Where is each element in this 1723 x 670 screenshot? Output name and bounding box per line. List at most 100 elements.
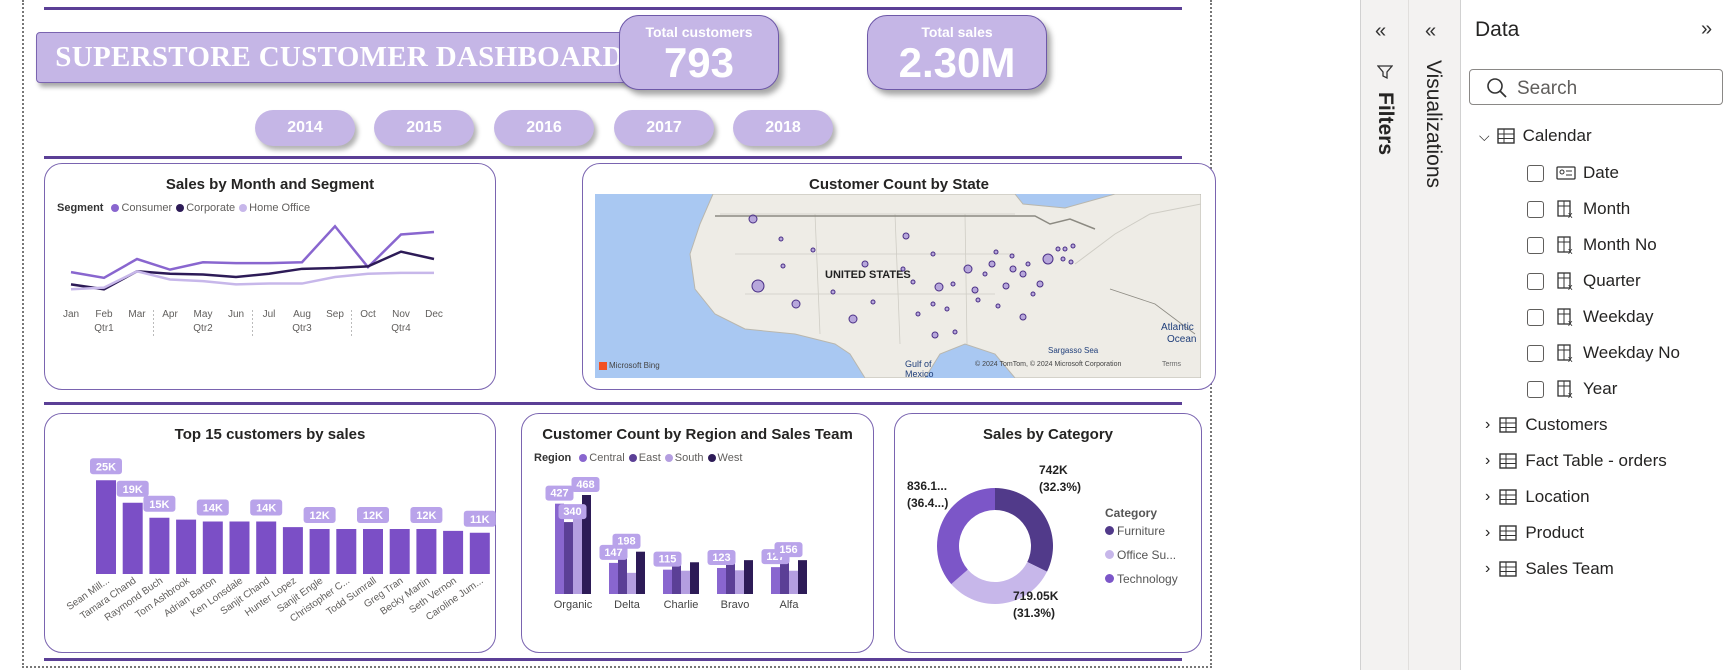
tree-field-month-no[interactable]: x Month No — [1527, 230, 1657, 260]
quarter-label: Qtr2 — [193, 323, 213, 334]
field-label: Quarter — [1583, 271, 1641, 290]
report-canvas: SUPERSTORE CUSTOMER DASHBOARD Total cust… — [22, 0, 1216, 668]
lower-divider — [44, 402, 1182, 405]
tree-table-sales-team[interactable]: › Sales Team — [1485, 554, 1614, 584]
year-slicer-2017[interactable]: 2017 — [614, 110, 714, 146]
chevron-right-icon[interactable]: › — [1485, 452, 1490, 470]
region-team-title: Customer Count by Region and Sales Team — [542, 426, 853, 443]
state-bubble — [930, 301, 936, 307]
bar-alfa-west — [798, 560, 807, 594]
visualizations-pane[interactable]: « Visualizations — [1409, 0, 1461, 670]
tree-field-month[interactable]: x Month — [1527, 194, 1630, 224]
collapse-filters-icon[interactable]: « — [1375, 20, 1386, 43]
calculated-column-icon: x — [1557, 272, 1573, 291]
filters-label[interactable]: Filters — [1373, 92, 1397, 155]
state-bubble — [963, 264, 973, 274]
bar-0 — [96, 480, 116, 574]
tree-table-location[interactable]: › Location — [1485, 482, 1590, 512]
calculated-column-icon: x — [1557, 200, 1573, 219]
expand-data-pane-icon[interactable]: » — [1701, 18, 1712, 41]
data-label: 15K — [149, 499, 169, 511]
state-bubble — [950, 281, 956, 287]
chevron-right-icon[interactable]: › — [1485, 524, 1490, 542]
data-search-input[interactable]: Search — [1469, 69, 1723, 105]
tree-table-product[interactable]: › Product — [1485, 518, 1584, 548]
field-checkbox[interactable] — [1527, 380, 1544, 398]
chevron-right-icon[interactable]: › — [1485, 488, 1490, 506]
chevron-right-icon[interactable]: › — [1485, 416, 1490, 434]
tree-table-fact-table-orders[interactable]: › Fact Table - orders — [1485, 446, 1667, 476]
field-checkbox[interactable] — [1527, 272, 1544, 290]
state-bubble — [1068, 259, 1074, 265]
data-label: 340 — [563, 506, 581, 518]
bar-charlie-south — [681, 570, 690, 594]
kpi-total-customers[interactable]: Total customers 793 — [619, 15, 779, 90]
tree-field-year[interactable]: x Year — [1527, 374, 1617, 404]
tree-table-calendar[interactable]: ⌵ Calendar — [1479, 121, 1592, 151]
x-tick-label: Aug — [293, 309, 311, 320]
category-legend-title: Category — [1105, 506, 1158, 520]
state-bubble — [1019, 270, 1027, 278]
chevron-down-icon[interactable]: ⌵ — [1479, 128, 1490, 145]
bar-bravo-west — [744, 560, 753, 594]
tree-field-weekday-no[interactable]: x Weekday No — [1527, 338, 1680, 368]
sales-month-segment-panel[interactable]: Sales by Month and Segment Segment Consum… — [44, 163, 496, 390]
collapse-visualizations-icon[interactable]: « — [1425, 20, 1436, 43]
chevron-right-icon[interactable]: › — [1485, 560, 1490, 578]
legend-dot-icon — [628, 454, 637, 463]
bar-alfa-central — [771, 567, 780, 594]
x-tick-label: Jan — [63, 309, 79, 320]
segment-legend: Segment Consumer Corporate Home Office — [57, 202, 310, 214]
x-tick-label: Bravo — [721, 599, 750, 611]
svg-text:x: x — [1568, 318, 1573, 327]
state-bubble — [975, 297, 981, 303]
legend-technology: Technology — [1105, 572, 1178, 586]
state-bubble — [1060, 256, 1066, 262]
tree-field-weekday[interactable]: x Weekday — [1527, 302, 1654, 332]
top15-panel[interactable]: Top 15 customers by sales 25K Sean Mill..… — [44, 413, 496, 653]
field-checkbox[interactable] — [1527, 200, 1544, 218]
tree-table-customers[interactable]: › Customers — [1485, 410, 1608, 440]
year-slicer-2016[interactable]: 2016 — [494, 110, 594, 146]
us-map[interactable]: UNITED STATES Gulf of Mexico Sargasso Se… — [595, 194, 1201, 378]
field-checkbox[interactable] — [1527, 164, 1544, 182]
dashboard-title: SUPERSTORE CUSTOMER DASHBOARD — [36, 32, 643, 83]
state-bubble — [848, 314, 858, 324]
table-name: Sales Team — [1525, 559, 1614, 578]
data-label: 25K — [96, 461, 116, 473]
year-slicer-2014[interactable]: 2014 — [255, 110, 355, 146]
x-tick-label: Nov — [392, 309, 410, 320]
state-bubble — [995, 303, 1001, 309]
region-team-panel[interactable]: Customer Count by Region and Sales Team … — [521, 413, 874, 653]
table-name-calendar: Calendar — [1522, 126, 1592, 145]
field-checkbox[interactable] — [1527, 308, 1544, 326]
filters-pane[interactable]: « Filters — [1360, 0, 1409, 670]
field-label: Date — [1583, 163, 1619, 182]
state-bubble — [1009, 265, 1017, 273]
kpi-total-sales[interactable]: Total sales 2.30M — [867, 15, 1047, 90]
bar-14 — [469, 532, 490, 574]
field-checkbox[interactable] — [1527, 344, 1544, 362]
x-tick-label: Apr — [162, 309, 178, 320]
state-bubble — [870, 299, 876, 305]
data-pane: Data » Search ⌵ Calendar Date x Month x Month … — [1461, 0, 1723, 670]
top-divider — [44, 7, 1182, 10]
field-checkbox[interactable] — [1527, 236, 1544, 254]
bar-charlie-central — [663, 569, 672, 594]
kpi-sales-value: 2.30M — [898, 39, 1016, 86]
customer-state-panel[interactable]: Customer Count by State UNITED STATES Gu… — [582, 163, 1216, 390]
state-bubble — [993, 249, 999, 255]
state-bubble — [944, 306, 950, 312]
year-slicer-2015[interactable]: 2015 — [374, 110, 474, 146]
visualizations-label[interactable]: Visualizations — [1421, 60, 1445, 188]
year-slicer-2018[interactable]: 2018 — [733, 110, 833, 146]
bar-charlie-west — [690, 562, 699, 594]
state-bubble — [1025, 261, 1031, 267]
tree-field-date[interactable]: Date — [1527, 158, 1619, 188]
table-name: Location — [1525, 487, 1590, 506]
data-label: 14K — [256, 503, 276, 515]
table-name: Fact Table - orders — [1525, 451, 1667, 470]
svg-text:x: x — [1568, 354, 1573, 363]
tree-field-quarter[interactable]: x Quarter — [1527, 266, 1641, 296]
category-panel[interactable]: Sales by Category 742K (32.3%) 719.05K (31.… — [894, 413, 1202, 653]
